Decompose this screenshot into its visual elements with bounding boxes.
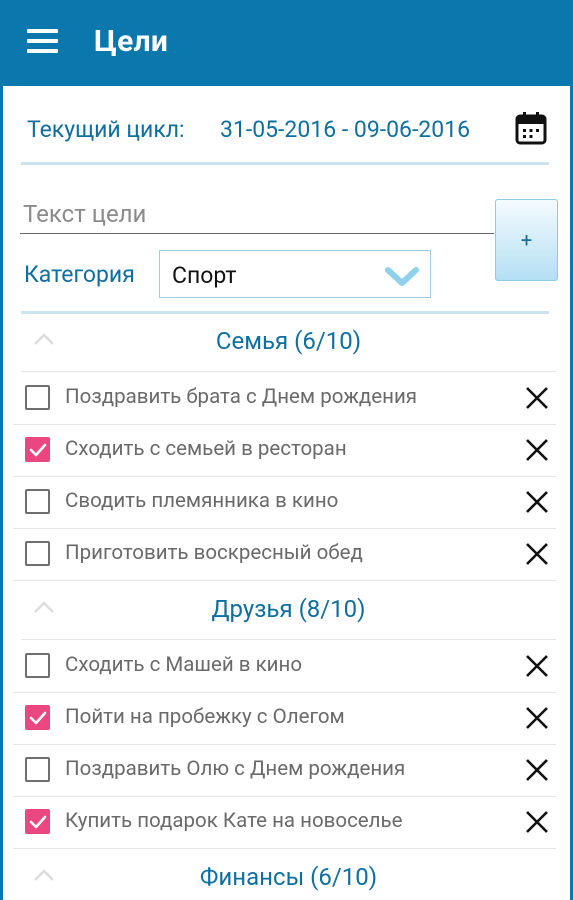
section-title: Друзья (8/10) <box>211 595 366 623</box>
goal-item: Купить подарок Кате на новоселье <box>13 796 556 849</box>
goal-checkbox[interactable] <box>25 385 50 410</box>
delete-goal-icon[interactable] <box>524 385 550 411</box>
app-bar: Цели <box>0 0 573 86</box>
cycle-label: Текущий цикл: <box>27 116 185 143</box>
goal-checkbox[interactable] <box>25 437 50 462</box>
delete-goal-icon[interactable] <box>524 757 550 783</box>
goal-item-text: Купить подарок Кате на новоселье <box>65 809 403 833</box>
goal-item-text: Приготовить воскресный обед <box>65 541 363 565</box>
goal-item: Поздравить Олю с Днем рождения <box>13 744 556 797</box>
goal-checkbox[interactable] <box>25 489 50 514</box>
goal-item: Сходить с семьей в ресторан <box>13 424 556 477</box>
goal-item: Пойти на пробежку с Олегом <box>13 692 556 745</box>
goal-item: Сходить с Машей в кино <box>13 640 556 693</box>
delete-goal-icon[interactable] <box>524 541 550 567</box>
section-header[interactable]: Финансы (6/10) <box>21 849 556 900</box>
goal-text-input[interactable] <box>20 195 494 234</box>
goal-item-text: Поздравить Олю с Днем рождения <box>65 757 406 781</box>
goal-checkbox[interactable] <box>25 653 50 678</box>
cycle-date-range[interactable]: 31-05-2016 - 09-06-2016 <box>220 116 470 143</box>
goal-item-text: Поздравить брата с Днем рождения <box>65 385 418 409</box>
goal-item-text: Сходить с Машей в кино <box>65 653 303 677</box>
page-title: Цели <box>94 24 169 59</box>
menu-icon[interactable] <box>27 29 58 53</box>
category-label: Категория <box>24 261 135 288</box>
section-header[interactable]: Семья (6/10) <box>21 313 556 372</box>
cycle-divider <box>21 162 549 165</box>
goal-checkbox[interactable] <box>25 809 50 834</box>
delete-goal-icon[interactable] <box>524 437 550 463</box>
section-title: Семья (6/10) <box>215 327 362 355</box>
delete-goal-icon[interactable] <box>524 653 550 679</box>
delete-goal-icon[interactable] <box>524 489 550 515</box>
goal-item: Приготовить воскресный обед <box>13 528 556 581</box>
goal-item-text: Сводить племянника в кино <box>65 489 339 513</box>
goal-checkbox[interactable] <box>25 705 50 730</box>
calendar-icon[interactable] <box>515 111 547 145</box>
goal-item: Сводить племянника в кино <box>13 476 556 529</box>
add-goal-button[interactable]: + <box>495 199 558 281</box>
goal-checkbox[interactable] <box>25 541 50 566</box>
category-select[interactable]: Спорт <box>159 250 431 298</box>
goal-item-text: Пойти на пробежку с Олегом <box>65 705 345 729</box>
delete-goal-icon[interactable] <box>524 809 550 835</box>
category-selected-value: Спорт <box>172 262 237 289</box>
goal-checkbox[interactable] <box>25 757 50 782</box>
section-title: Финансы (6/10) <box>199 863 378 891</box>
goals-content: Текущий цикл: 31-05-2016 - 09-06-2016 + … <box>3 86 570 900</box>
delete-goal-icon[interactable] <box>524 705 550 731</box>
goal-item: Поздравить брата с Днем рождения <box>13 372 556 425</box>
chevron-down-icon <box>385 267 419 286</box>
section-header[interactable]: Друзья (8/10) <box>21 581 556 640</box>
goal-item-text: Сходить с семьей в ресторан <box>65 437 347 461</box>
